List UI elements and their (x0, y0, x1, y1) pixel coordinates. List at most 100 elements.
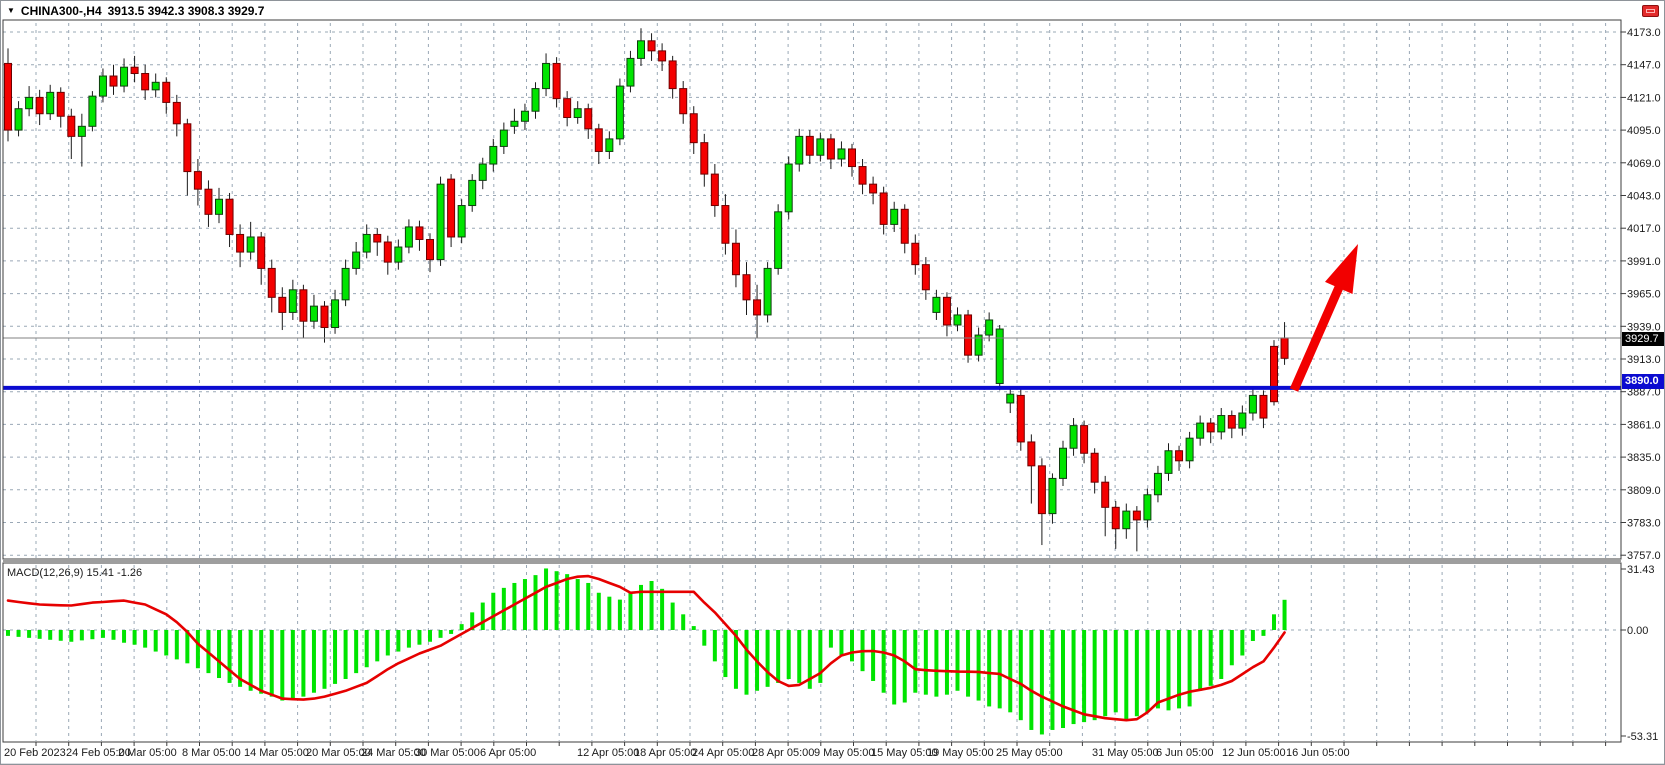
candle-body (36, 97, 43, 113)
axis-label: 4121.0 (1627, 92, 1661, 104)
macd-histogram-bar (270, 630, 274, 697)
candle-body (5, 63, 12, 130)
axis-label: 4043.0 (1627, 191, 1661, 203)
candle-body (912, 243, 919, 264)
macd-histogram-bar (491, 593, 495, 630)
candle-body (1218, 416, 1225, 432)
macd-histogram-bar (576, 579, 580, 630)
axis-label: 14 Mar 05:00 (244, 747, 309, 759)
macd-histogram-bar (1124, 630, 1128, 720)
macd-histogram-bar (523, 579, 527, 630)
macd-histogram-bar (301, 630, 305, 697)
macd-histogram-bar (143, 630, 147, 648)
candle-body (1197, 423, 1204, 438)
main-panel-border (3, 20, 1621, 559)
macd-histogram-bar (90, 630, 94, 639)
axis-label: 3991.0 (1627, 256, 1661, 268)
candle-body (205, 189, 212, 214)
candle-body (1249, 395, 1256, 413)
candle-body (859, 167, 866, 185)
macd-histogram-bar (1156, 630, 1160, 708)
macd-histogram-bar (1114, 630, 1118, 712)
macd-histogram-bar (1283, 600, 1287, 630)
candle-body (184, 124, 191, 172)
candle-body (216, 199, 223, 214)
axis-label: 3913.0 (1627, 354, 1661, 366)
macd-histogram-bar (1240, 630, 1244, 655)
candle-body (954, 315, 961, 325)
macd-histogram-bar (133, 630, 137, 645)
candle-body (247, 237, 254, 252)
candle-body (659, 51, 666, 61)
macd-histogram-bar (956, 630, 960, 691)
axis-label: 24 Apr 05:00 (692, 747, 754, 759)
macd-histogram-bar (660, 589, 664, 630)
macd-histogram-bar (945, 630, 949, 695)
candle-body (627, 58, 634, 86)
candle-body (817, 139, 824, 155)
axis-label: 18 Apr 05:00 (634, 747, 696, 759)
candle-body (943, 297, 950, 325)
candle-body (384, 242, 391, 262)
macd-histogram-bar (1029, 630, 1033, 730)
candle-body (965, 315, 972, 355)
axis-label: 8 Mar 05:00 (182, 747, 241, 759)
candle-body (796, 136, 803, 164)
macd-histogram-bar (987, 630, 991, 706)
symbol-dropdown-icon[interactable]: ▼ (7, 6, 15, 16)
candle-body (152, 82, 159, 90)
macd-histogram-bar (375, 630, 379, 661)
axis-label: 4095.0 (1627, 125, 1661, 137)
candle-body (353, 252, 360, 268)
candle-body (1102, 482, 1109, 507)
macd-histogram-bar (1135, 630, 1139, 716)
candle-body (1060, 448, 1067, 478)
macd-indicator-label: MACD(12,26,9) 15.41 -1.26 (7, 567, 142, 579)
candle-body (553, 63, 560, 98)
axis-label: 6 Jun 05:00 (1156, 747, 1214, 759)
candle-body (268, 268, 275, 297)
macd-histogram-bar (1230, 630, 1234, 665)
macd-histogram-bar (1050, 630, 1054, 730)
axis-label: 3835.0 (1627, 452, 1661, 464)
axis-label: 2 Mar 05:00 (118, 747, 177, 759)
candle-body (521, 111, 528, 121)
macd-histogram-bar (1061, 630, 1065, 728)
macd-histogram-bar (934, 630, 938, 697)
candle-body (880, 193, 887, 224)
axis-label: 19 May 05:00 (927, 747, 994, 759)
macd-histogram-bar (333, 630, 337, 684)
macd-histogram-bar (396, 630, 400, 652)
macd-histogram-bar (671, 603, 675, 630)
candle-body (1070, 426, 1077, 449)
macd-histogram-bar (565, 574, 569, 630)
axis-label: 20 Feb 2023 (4, 747, 66, 759)
macd-histogram-bar (1093, 630, 1097, 720)
macd-histogram-bar (6, 630, 10, 636)
candle-body (500, 130, 507, 146)
macd-histogram-bar (249, 630, 253, 691)
candle-body (732, 243, 739, 274)
candle-body (194, 172, 201, 190)
candle-body (1007, 394, 1014, 403)
macd-histogram-bar (892, 630, 896, 704)
axis-label: 3965.0 (1627, 289, 1661, 301)
macd-histogram-bar (48, 630, 52, 640)
chart-canvas[interactable]: 4173.04147.04121.04095.04069.04043.04017… (1, 1, 1665, 765)
macd-histogram-bar (882, 630, 886, 693)
macd-histogram-bar (164, 630, 168, 655)
axis-label: 3861.0 (1627, 419, 1661, 431)
close-chart-icon[interactable] (1642, 5, 1659, 17)
candle-body (922, 265, 929, 290)
support-line[interactable] (3, 386, 1621, 390)
trend-arrow-shaft[interactable] (1294, 282, 1341, 390)
candle-body (1049, 478, 1056, 513)
trend-arrow-head[interactable] (1325, 244, 1358, 294)
macd-histogram-bar (428, 630, 432, 642)
macd-histogram-bar (312, 630, 316, 693)
candle-body (1081, 426, 1088, 454)
candle-body (827, 139, 834, 159)
candle-body (99, 76, 106, 96)
candle-body (173, 102, 180, 123)
macd-histogram-bar (1177, 630, 1181, 708)
